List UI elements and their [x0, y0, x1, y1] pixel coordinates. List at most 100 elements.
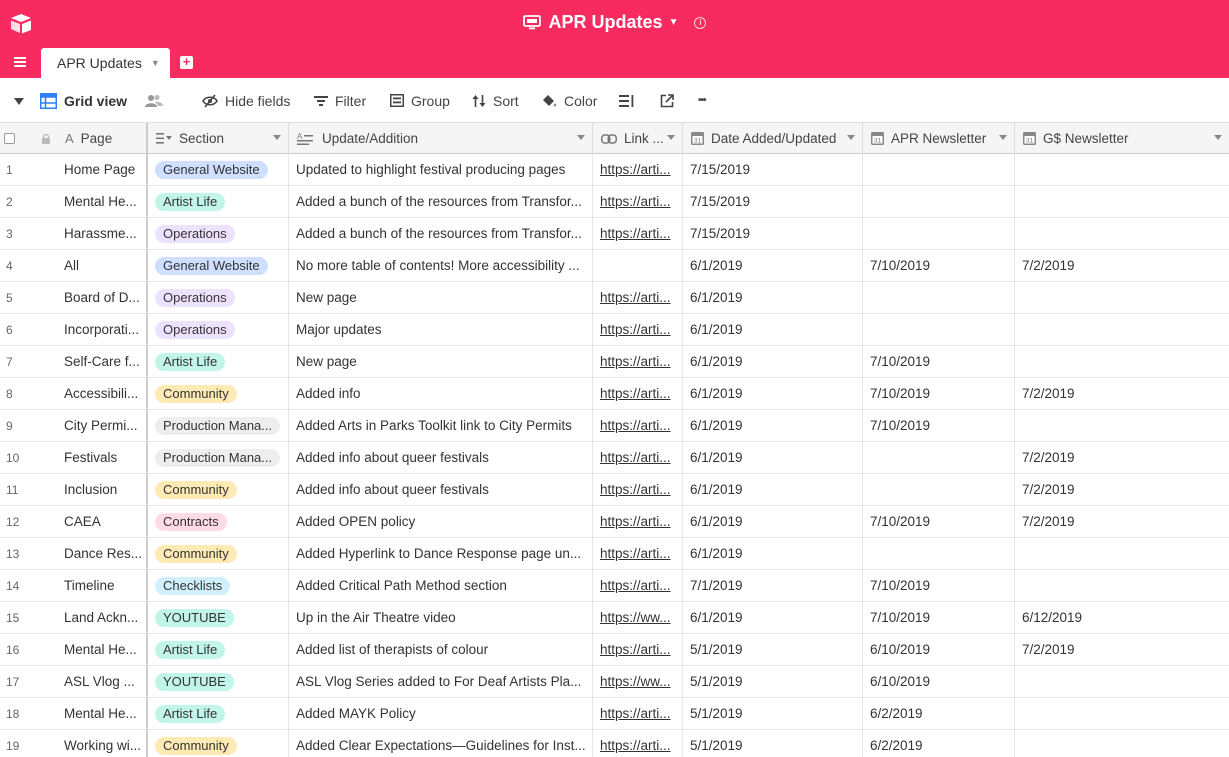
link-url[interactable]: https://arti...: [600, 386, 671, 401]
cell-apr-newsletter[interactable]: 7/10/2019: [863, 602, 1015, 633]
cell-date-added[interactable]: 6/1/2019: [683, 314, 863, 345]
cell-page[interactable]: Mental He...: [57, 698, 148, 729]
cell-gs-newsletter[interactable]: 7/2/2019: [1015, 634, 1229, 665]
cell-section[interactable]: Artist Life: [148, 346, 289, 377]
cell-date-added[interactable]: 5/1/2019: [683, 730, 863, 757]
cell-section[interactable]: Operations: [148, 314, 289, 345]
cell-link[interactable]: https://arti...: [593, 218, 683, 249]
cell-update[interactable]: Added info about queer festivals: [289, 442, 593, 473]
cell-gs-newsletter[interactable]: 7/2/2019: [1015, 250, 1229, 281]
cell-date-added[interactable]: 5/1/2019: [683, 698, 863, 729]
cell-date-added[interactable]: 6/1/2019: [683, 346, 863, 377]
table-row[interactable]: 1 Home Page General Website Updated to high…: [0, 154, 1229, 186]
table-row[interactable]: 2 Mental He... Artist Life Added a bunch of…: [0, 186, 1229, 218]
cell-update[interactable]: Added info: [289, 378, 593, 409]
cell-section[interactable]: Contracts: [148, 506, 289, 537]
cell-update[interactable]: Added Arts in Parks Toolkit link to City…: [289, 410, 593, 441]
header-apr-newsletter[interactable]: 31 APR Newsletter: [863, 123, 1015, 154]
cell-gs-newsletter[interactable]: [1015, 538, 1229, 569]
cell-update[interactable]: Updated to highlight festival producing …: [289, 154, 593, 185]
column-menu-caret-icon[interactable]: [999, 135, 1007, 140]
group-button[interactable]: Group: [390, 78, 450, 123]
airtable-logo-icon[interactable]: [9, 12, 33, 34]
cell-link[interactable]: https://arti...: [593, 410, 683, 441]
cell-section[interactable]: Checklists: [148, 570, 289, 601]
table-row[interactable]: 3 Harassme... Operations Added a bunch of t…: [0, 218, 1229, 250]
cell-section[interactable]: Community: [148, 378, 289, 409]
cell-link[interactable]: [593, 250, 683, 281]
table-row[interactable]: 16 Mental He... Artist Life Added list of t…: [0, 634, 1229, 666]
table-row[interactable]: 14 Timeline Checklists Added Critical Path …: [0, 570, 1229, 602]
cell-update[interactable]: ASL Vlog Series added to For Deaf Artist…: [289, 666, 593, 697]
cell-gs-newsletter[interactable]: 7/2/2019: [1015, 378, 1229, 409]
cell-link[interactable]: https://arti...: [593, 346, 683, 377]
tab-apr-updates[interactable]: APR Updates ▼: [41, 48, 170, 78]
cell-date-added[interactable]: 6/1/2019: [683, 410, 863, 441]
cell-gs-newsletter[interactable]: [1015, 154, 1229, 185]
cell-page[interactable]: Dance Res...: [57, 538, 148, 569]
cell-date-added[interactable]: 6/1/2019: [683, 282, 863, 313]
cell-gs-newsletter[interactable]: [1015, 570, 1229, 601]
cell-date-added[interactable]: 5/1/2019: [683, 634, 863, 665]
cell-section[interactable]: General Website: [148, 154, 289, 185]
base-name[interactable]: APR Updates: [549, 12, 663, 33]
link-url[interactable]: https://arti...: [600, 706, 671, 721]
cell-section[interactable]: Operations: [148, 282, 289, 313]
cell-apr-newsletter[interactable]: 7/10/2019: [863, 410, 1015, 441]
cell-section[interactable]: General Website: [148, 250, 289, 281]
cell-apr-newsletter[interactable]: 6/2/2019: [863, 730, 1015, 757]
link-url[interactable]: https://arti...: [600, 546, 671, 561]
link-url[interactable]: https://arti...: [600, 290, 671, 305]
cell-update[interactable]: Up in the Air Theatre video: [289, 602, 593, 633]
cell-apr-newsletter[interactable]: 6/2/2019: [863, 698, 1015, 729]
cell-link[interactable]: https://arti...: [593, 698, 683, 729]
sort-button[interactable]: Sort: [472, 78, 519, 123]
cell-link[interactable]: https://arti...: [593, 730, 683, 757]
cell-date-added[interactable]: 6/1/2019: [683, 602, 863, 633]
cell-update[interactable]: Added OPEN policy: [289, 506, 593, 537]
cell-page[interactable]: Working wi...: [57, 730, 148, 757]
cell-update[interactable]: Added Clear Expectations—Guidelines for …: [289, 730, 593, 757]
cell-link[interactable]: https://arti...: [593, 634, 683, 665]
row-height-button[interactable]: [619, 78, 635, 123]
cell-update[interactable]: Added info about queer festivals: [289, 474, 593, 505]
cell-gs-newsletter[interactable]: [1015, 218, 1229, 249]
info-icon[interactable]: i: [694, 16, 707, 29]
cell-update[interactable]: Added list of therapists of colour: [289, 634, 593, 665]
cell-section[interactable]: Artist Life: [148, 186, 289, 217]
cell-gs-newsletter[interactable]: [1015, 282, 1229, 313]
cell-apr-newsletter[interactable]: [863, 314, 1015, 345]
cell-page[interactable]: Land Ackn...: [57, 602, 148, 633]
cell-link[interactable]: https://arti...: [593, 474, 683, 505]
table-row[interactable]: 18 Mental He... Artist Life Added MAYK Poli…: [0, 698, 1229, 730]
cell-section[interactable]: Production Mana...: [148, 442, 289, 473]
hamburger-menu-icon[interactable]: [14, 57, 26, 67]
base-menu-caret-icon[interactable]: ▼: [669, 17, 679, 28]
cell-section[interactable]: Artist Life: [148, 698, 289, 729]
cell-apr-newsletter[interactable]: [863, 282, 1015, 313]
table-row[interactable]: 17 ASL Vlog ... YOUTUBE ASL Vlog Series add…: [0, 666, 1229, 698]
cell-gs-newsletter[interactable]: [1015, 666, 1229, 697]
link-url[interactable]: https://ww...: [600, 674, 671, 689]
cell-page[interactable]: Festivals: [57, 442, 148, 473]
cell-date-added[interactable]: 6/1/2019: [683, 506, 863, 537]
cell-page[interactable]: Mental He...: [57, 634, 148, 665]
select-all-checkbox[interactable]: [4, 133, 15, 144]
cell-apr-newsletter[interactable]: 6/10/2019: [863, 666, 1015, 697]
cell-update[interactable]: Major updates: [289, 314, 593, 345]
column-menu-caret-icon[interactable]: [667, 135, 675, 140]
cell-update[interactable]: Added Critical Path Method section: [289, 570, 593, 601]
table-row[interactable]: 13 Dance Res... Community Added Hyperlink t…: [0, 538, 1229, 570]
cell-link[interactable]: https://ww...: [593, 602, 683, 633]
table-row[interactable]: 4 All General Website No more table of cont…: [0, 250, 1229, 282]
cell-apr-newsletter[interactable]: [863, 538, 1015, 569]
view-name-button[interactable]: Grid view: [40, 78, 127, 123]
table-row[interactable]: 19 Working wi... Community Added Clear Expe…: [0, 730, 1229, 757]
table-row[interactable]: 12 CAEA Contracts Added OPEN policy https://…: [0, 506, 1229, 538]
cell-update[interactable]: No more table of contents! More accessib…: [289, 250, 593, 281]
cell-page[interactable]: ASL Vlog ...: [57, 666, 148, 697]
share-view-button[interactable]: [660, 78, 674, 123]
cell-section[interactable]: YOUTUBE: [148, 602, 289, 633]
link-url[interactable]: https://arti...: [600, 162, 671, 177]
more-options-button[interactable]: •••: [698, 78, 706, 123]
